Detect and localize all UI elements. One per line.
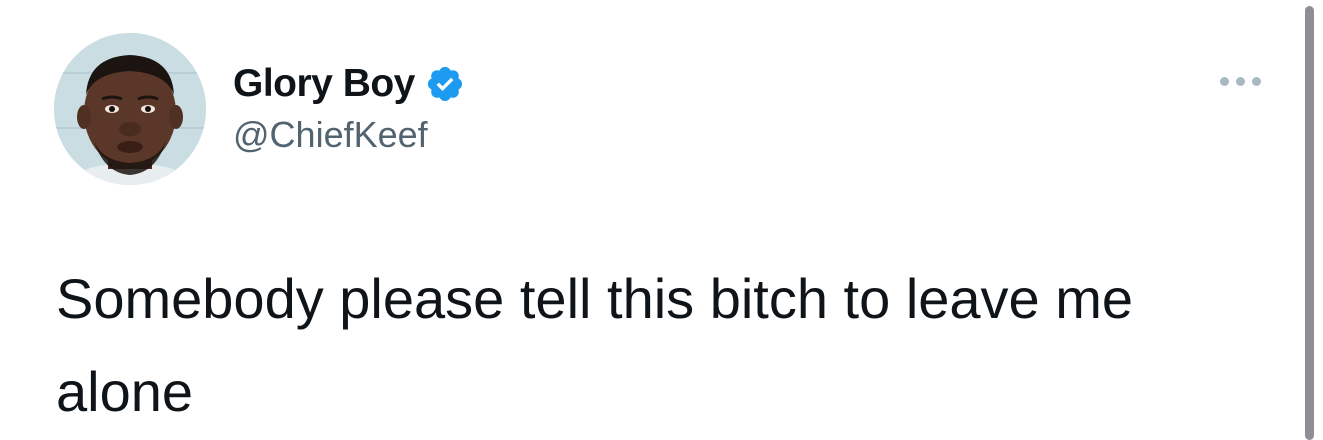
more-options-button[interactable] — [1208, 66, 1272, 96]
more-horizontal-icon — [1219, 76, 1229, 86]
tweet-text: Somebody please tell this bitch to leave… — [56, 267, 1134, 423]
verified-badge-icon — [425, 64, 465, 104]
avatar-photo — [54, 33, 206, 185]
more-horizontal-icon-dot — [1251, 76, 1261, 86]
author-display-name[interactable]: Glory Boy — [233, 62, 415, 106]
tweet-card: Glory Boy @ChiefKeef Somebody please tel… — [0, 0, 1323, 440]
author-avatar[interactable] — [54, 33, 206, 185]
scrollbar[interactable] — [1305, 6, 1314, 440]
author-handle[interactable]: @ChiefKeef — [233, 114, 428, 156]
more-horizontal-icon-dot — [1235, 76, 1245, 86]
author-name-row: Glory Boy — [233, 58, 465, 110]
